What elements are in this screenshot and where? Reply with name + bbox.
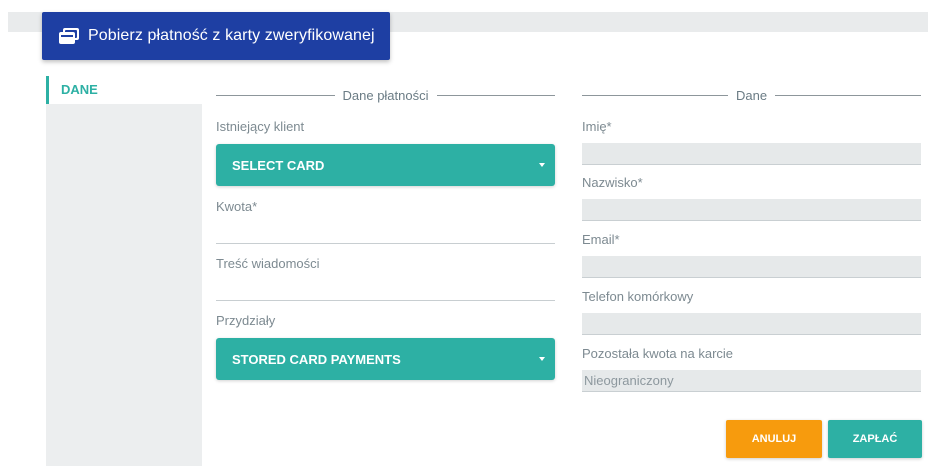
divider [582, 94, 728, 96]
select-card-value: SELECT CARD [232, 157, 325, 173]
assignments-label: Przydziały [216, 313, 276, 328]
last-name-input[interactable] [582, 199, 921, 221]
data-section-header: Dane [582, 85, 922, 105]
phone-input[interactable] [582, 313, 921, 335]
phone-label: Telefon komórkowy [582, 289, 694, 304]
divider [775, 94, 922, 96]
chevron-down-icon [539, 163, 545, 167]
pay-button[interactable]: ZAPŁAĆ [828, 420, 922, 458]
data-section-title: Dane [735, 87, 768, 103]
amount-label: Kwota* [216, 199, 258, 214]
first-name-label: Imię* [582, 119, 612, 134]
email-input[interactable] [582, 256, 921, 278]
divider [436, 94, 555, 96]
sidebar [46, 76, 202, 466]
remaining-label: Pozostała kwota na karcie [582, 346, 734, 361]
last-name-label: Nazwisko* [582, 175, 643, 190]
payment-section-header: Dane płatności [216, 85, 555, 105]
payment-card-icon [58, 27, 80, 45]
amount-input[interactable] [216, 220, 555, 244]
divider [216, 94, 335, 96]
cancel-button[interactable]: ANULUJ [726, 420, 822, 458]
assignments-value: STORED CARD PAYMENTS [232, 351, 401, 367]
email-label: Email* [582, 232, 620, 247]
message-label: Treść wiadomości [216, 256, 320, 271]
payment-section-title: Dane płatności [342, 87, 429, 103]
tab-dane[interactable]: DANE [46, 76, 202, 104]
message-input[interactable] [216, 277, 555, 301]
existing-client-label: Istniejący klient [216, 119, 305, 134]
assignments-dropdown[interactable]: STORED CARD PAYMENTS [216, 338, 555, 380]
dialog-title: Pobierz płatność z karty zweryfikowanej [88, 27, 375, 44]
first-name-input[interactable] [582, 143, 921, 165]
dialog-header: Pobierz płatność z karty zweryfikowanej [42, 12, 390, 60]
remaining-value: Nieograniczony [582, 370, 921, 392]
select-card-dropdown[interactable]: SELECT CARD [216, 144, 555, 186]
chevron-down-icon [539, 357, 545, 361]
